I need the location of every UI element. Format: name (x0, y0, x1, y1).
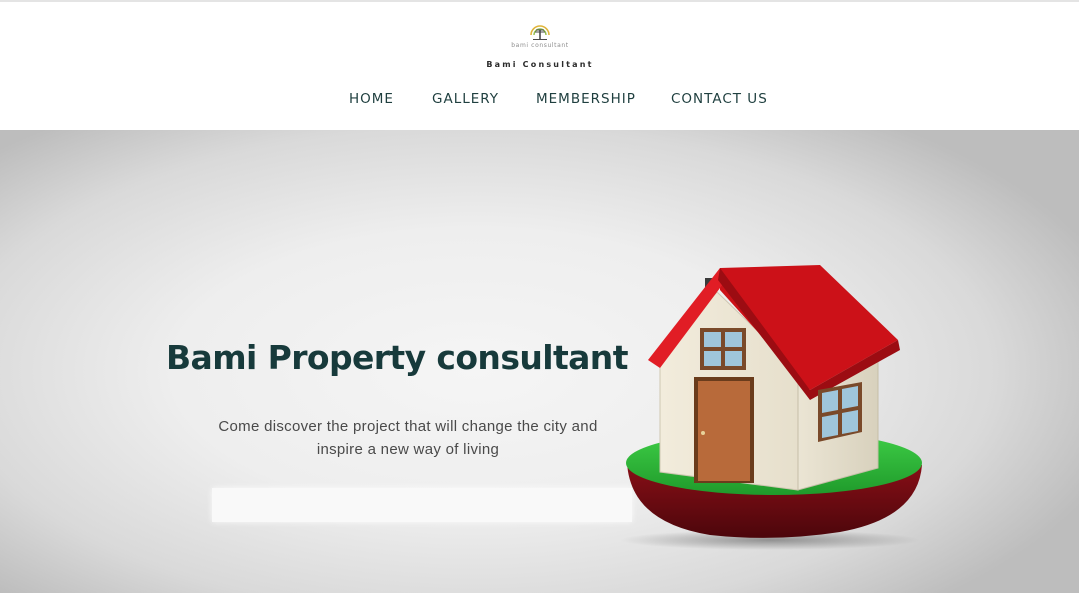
logo-caption: bami consultant (511, 42, 569, 49)
nav-gallery[interactable]: GALLERY (432, 91, 499, 107)
house-front-window (700, 328, 746, 370)
hero-subtitle: Come discover the project that will chan… (218, 418, 598, 458)
house-illustration (620, 265, 922, 550)
main-nav: HOME GALLERY MEMBERSHIP CONTACT US (0, 91, 1079, 109)
hero-section: Bami Property consultant Come discover t… (0, 130, 1079, 593)
tree-sun-logo-icon (530, 25, 550, 40)
site-header: bami consultant Bami Consultant HOME GAL… (0, 0, 1079, 130)
brand-name: Bami Consultant (486, 60, 594, 69)
nav-home[interactable]: HOME (349, 91, 394, 107)
nav-contact-us[interactable]: CONTACT US (671, 91, 768, 107)
hero-search-bar[interactable] (212, 488, 632, 522)
nav-membership[interactable]: MEMBERSHIP (536, 91, 636, 107)
house-door (694, 377, 754, 483)
hero-title: Bami Property consultant (166, 338, 628, 377)
house-side-window (818, 382, 862, 442)
site-logo[interactable]: bami consultant (480, 24, 600, 50)
